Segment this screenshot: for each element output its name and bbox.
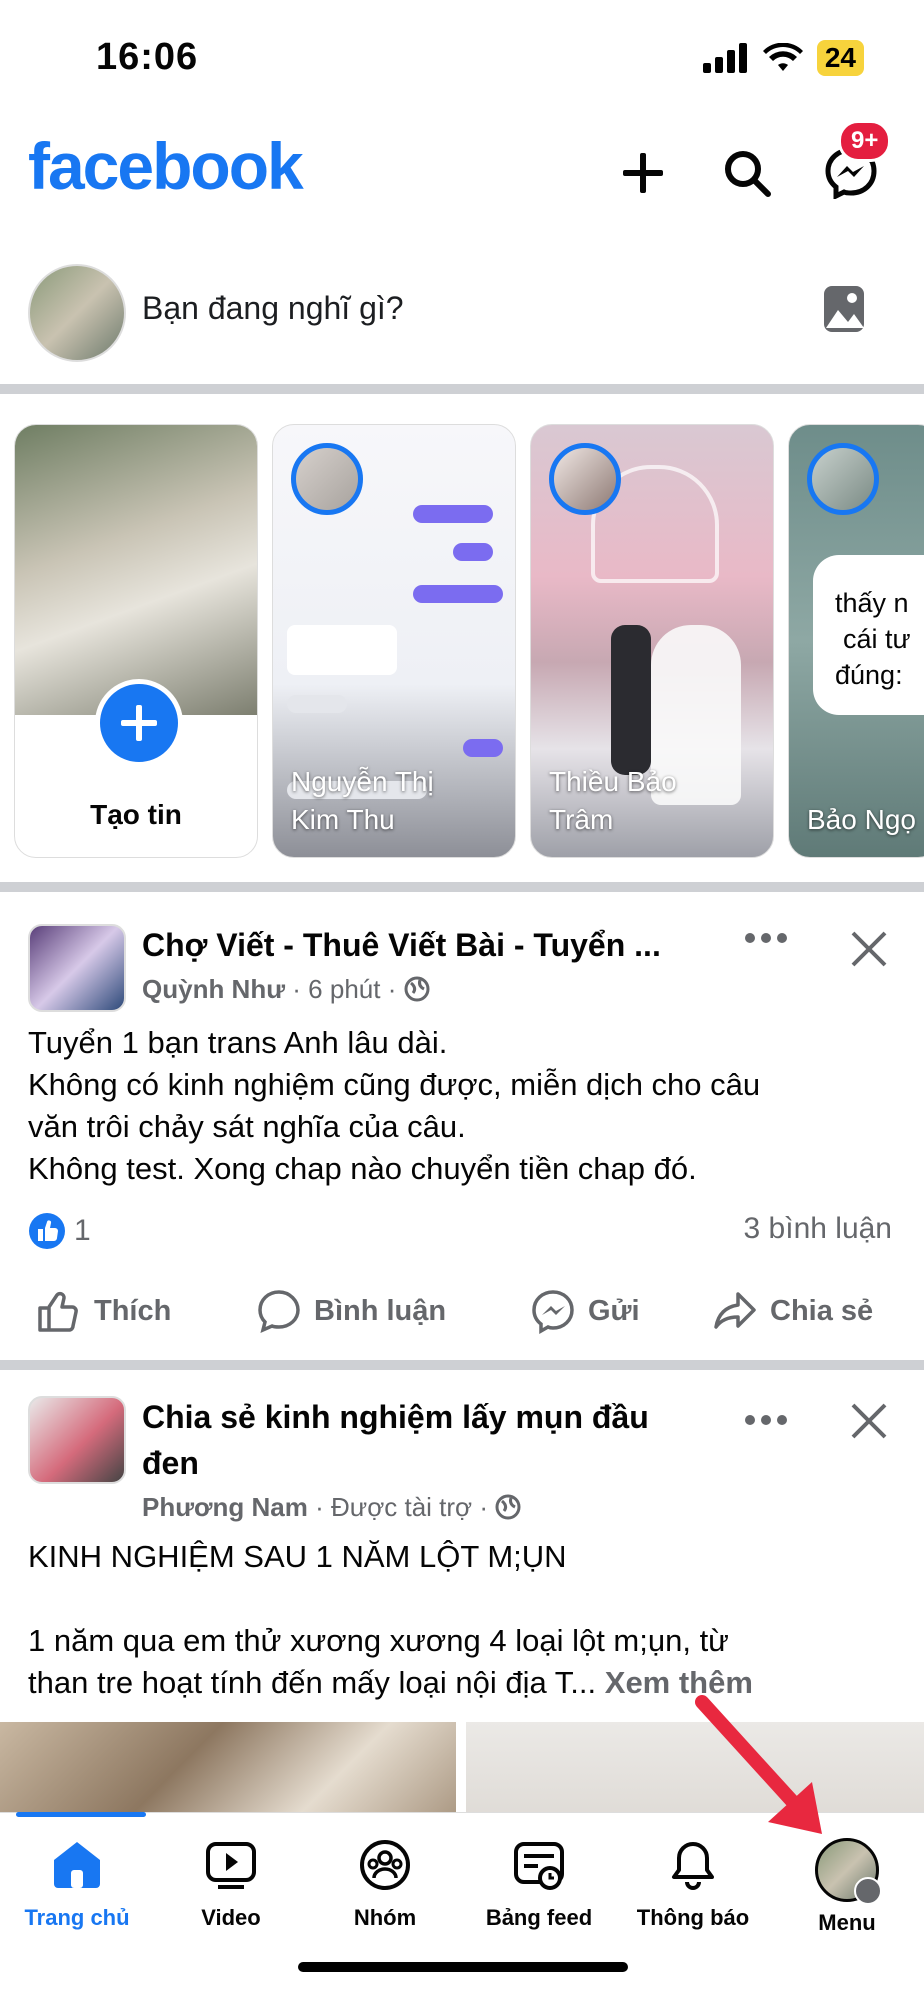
battery-indicator: 24 (816, 40, 864, 76)
create-button[interactable] (608, 138, 678, 208)
more-options-button[interactable] (744, 1410, 788, 1435)
post-meta: Quỳnh Như · 6 phút · (142, 974, 430, 1005)
close-icon (851, 1403, 887, 1439)
post-meta: Phương Nam · Được tài trợ · (142, 1492, 521, 1523)
active-tab-indicator (16, 1812, 146, 1817)
menu-lines-icon (854, 1877, 882, 1905)
post-author[interactable]: Quỳnh Như (142, 974, 285, 1004)
post-page-name[interactable]: Chia sẻ kinh nghiệm lấy mụn đầu đen (142, 1394, 649, 1486)
search-button[interactable] (712, 138, 782, 208)
feed-icon (514, 1842, 564, 1890)
thumbs-up-icon (38, 1291, 78, 1332)
video-icon (206, 1842, 256, 1889)
section-divider (0, 1360, 924, 1370)
chat-bubble (453, 543, 493, 561)
section-divider (0, 882, 924, 892)
tab-menu[interactable]: Menu (770, 1838, 924, 1936)
chat-bubble (413, 505, 493, 523)
like-button[interactable]: Thích (36, 1288, 171, 1334)
create-story-card[interactable]: Tạo tin (14, 424, 258, 858)
story-card[interactable]: Nguyễn Thị Kim Thu (272, 424, 516, 858)
tab-groups[interactable]: Nhóm (308, 1838, 462, 1931)
photo-button[interactable] (822, 284, 866, 339)
section-divider (0, 384, 924, 394)
plus-icon (623, 153, 663, 193)
comment-count[interactable]: 3 bình luận (744, 1212, 892, 1246)
comment-button[interactable]: Bình luận (256, 1288, 446, 1334)
more-icon (745, 1415, 787, 1425)
share-icon (714, 1292, 756, 1329)
story-name: Thiều Bảo Trâm (549, 766, 677, 835)
user-avatar[interactable] (28, 264, 126, 362)
sponsored-label[interactable]: Được tài trợ (331, 1492, 472, 1522)
plus-icon (121, 705, 157, 741)
wifi-icon (762, 43, 803, 71)
like-reaction-icon (29, 1213, 65, 1249)
post-body: Tuyển 1 bạn trans Anh lâu dài. Không có … (28, 1025, 761, 1186)
home-icon (54, 1842, 100, 1888)
story-card[interactable]: thấy n cái tư đúng: Bảo Ngọ (788, 424, 924, 858)
story-avatar (807, 443, 879, 515)
ad-image[interactable] (0, 1722, 456, 1826)
chat-bubble (287, 695, 347, 713)
share-button[interactable]: Chia sẻ (712, 1288, 873, 1334)
signal-icon (702, 43, 747, 73)
groom-suit (611, 625, 651, 775)
chat-bubble (463, 739, 503, 757)
send-button[interactable]: Gửi (530, 1288, 640, 1334)
facebook-logo[interactable]: facebook (28, 128, 304, 204)
page-avatar[interactable] (28, 1396, 126, 1484)
status-time: 16:06 (96, 36, 199, 78)
post-body: KINH NGHIỆM SAU 1 NĂM LỘT M;ỤN 1 năm qua… (28, 1539, 753, 1700)
story-card[interactable]: Thiều Bảo Trâm (530, 424, 774, 858)
globe-icon (495, 1494, 521, 1520)
tab-home[interactable]: Trang chủ (0, 1838, 154, 1931)
group-avatar[interactable] (28, 924, 126, 1012)
more-icon (745, 933, 787, 943)
tab-notifications[interactable]: Thông báo (616, 1838, 770, 1931)
post-author[interactable]: Phương Nam (142, 1492, 308, 1522)
groups-icon (360, 1840, 410, 1890)
status-icons: 24 (702, 40, 864, 76)
create-story-label: Tạo tin (90, 799, 182, 830)
add-story-button[interactable] (95, 679, 183, 767)
tab-video[interactable]: Video (154, 1838, 308, 1931)
story-photo (15, 425, 257, 715)
search-icon (725, 151, 771, 197)
story-avatar (549, 443, 621, 515)
story-name: Bảo Ngọ (807, 804, 916, 835)
post-group-name[interactable]: Chợ Viết - Thuê Viết Bài - Tuyển ... (142, 922, 661, 968)
hide-post-button[interactable] (850, 1402, 888, 1445)
photo-icon (824, 286, 864, 332)
comment-icon (258, 1290, 300, 1334)
story-avatar (291, 443, 363, 515)
close-icon (851, 931, 887, 967)
tab-feeds[interactable]: Bảng feed (462, 1838, 616, 1931)
messenger-icon (532, 1290, 574, 1334)
like-count: 1 (74, 1214, 91, 1247)
reaction-summary[interactable]: 1 (28, 1212, 91, 1250)
home-indicator (298, 1962, 628, 1972)
post-time[interactable]: 6 phút (308, 974, 380, 1004)
hide-post-button[interactable] (850, 930, 888, 973)
more-options-button[interactable] (744, 928, 788, 953)
globe-icon (404, 976, 430, 1002)
chat-bubble (413, 585, 503, 603)
composer-input[interactable]: Bạn đang nghĩ gì? (142, 290, 404, 327)
text-bubble: thấy n cái tư đúng: (813, 555, 924, 715)
story-name: Nguyễn Thị Kim Thu (291, 766, 434, 835)
chat-bubble (287, 625, 397, 675)
messenger-badge: 9+ (838, 120, 892, 162)
annotation-arrow-icon (695, 1695, 822, 1834)
